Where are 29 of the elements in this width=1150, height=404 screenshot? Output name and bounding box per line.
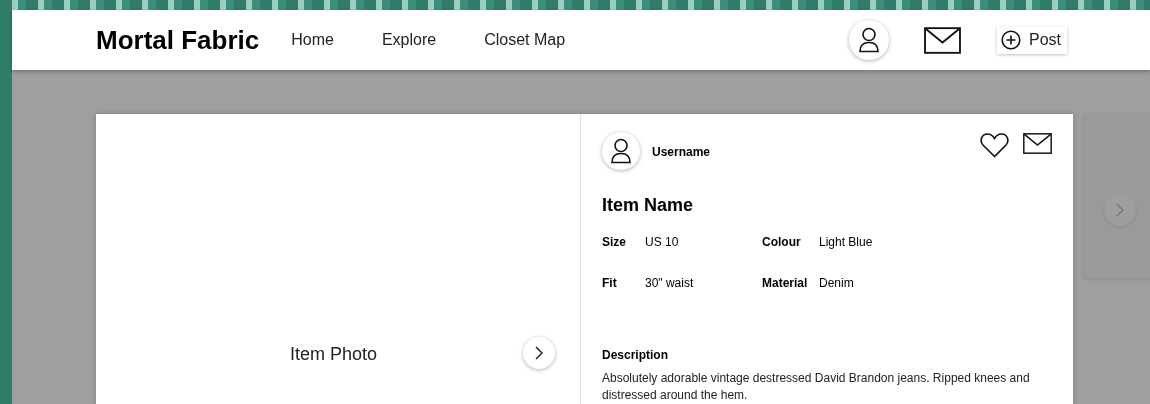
post-button[interactable]: Post (997, 26, 1067, 54)
profile-button[interactable] (849, 20, 889, 60)
user-icon (610, 138, 632, 164)
nav-link[interactable]: Explore (381, 31, 437, 49)
plus-circle-icon (1001, 30, 1021, 50)
description-text: Absolutely adorable vintage destressed David Brandon jeans. Ripped knees and distressed around the hem. (602, 370, 1031, 404)
attribute-value: US 10 (645, 235, 680, 249)
nav-link[interactable]: Closet Map (484, 31, 566, 49)
description-heading: Description (602, 348, 669, 362)
attribute-label: Colour (762, 235, 802, 249)
heart-icon[interactable] (980, 133, 1009, 158)
attribute-value: 30" waist (645, 276, 695, 290)
mail-icon[interactable] (1023, 133, 1052, 154)
mail-icon[interactable] (924, 26, 961, 54)
seller-avatar-button[interactable] (602, 132, 640, 170)
nav-link[interactable]: Home (291, 31, 334, 49)
attribute-value: Denim (819, 276, 855, 290)
chevron-right-icon (535, 346, 543, 360)
app-logo: Mortal Fabric (96, 24, 260, 56)
item-name: Item Name (602, 195, 695, 216)
attribute-label: Fit (602, 276, 618, 290)
attribute-label: Size (602, 235, 627, 249)
next-photo-button[interactable] (523, 337, 555, 369)
attribute-value: Light Blue (819, 235, 874, 249)
photo-placeholder-label: Item Photo (290, 344, 378, 365)
user-icon (858, 27, 880, 53)
attribute-label: Material (762, 276, 809, 290)
chevron-right-icon (1116, 203, 1124, 217)
username: Username (652, 145, 711, 159)
